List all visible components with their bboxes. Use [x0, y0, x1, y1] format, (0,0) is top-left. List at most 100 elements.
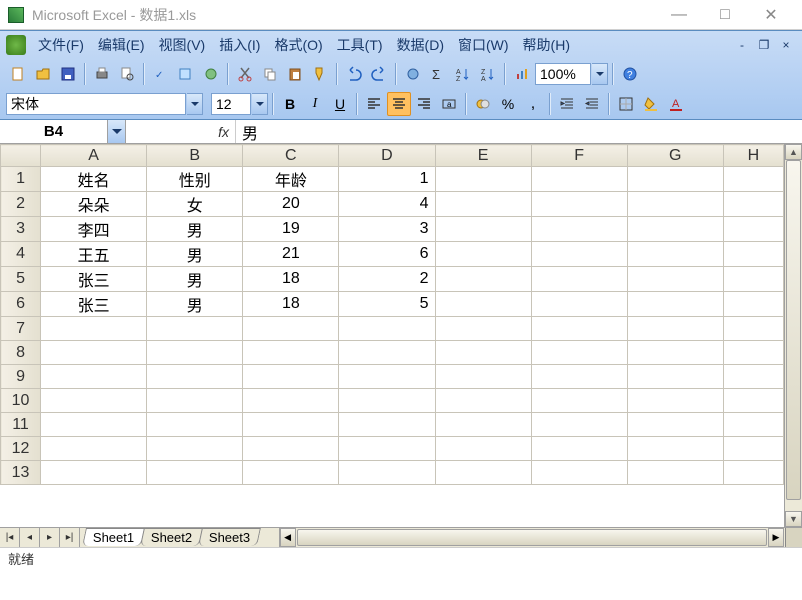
- cell[interactable]: [531, 437, 627, 461]
- cell[interactable]: [627, 389, 723, 413]
- cell[interactable]: [627, 167, 723, 192]
- cell[interactable]: [339, 317, 435, 341]
- menu-format[interactable]: 格式(O): [268, 32, 328, 58]
- formula-input[interactable]: 男: [236, 120, 802, 143]
- bold-button[interactable]: B: [278, 92, 302, 116]
- cell[interactable]: 张三: [41, 292, 147, 317]
- row-header[interactable]: 2: [1, 192, 41, 217]
- column-header[interactable]: C: [243, 145, 339, 167]
- cell[interactable]: 19: [243, 217, 339, 242]
- cell[interactable]: [531, 217, 627, 242]
- row-header[interactable]: 5: [1, 267, 41, 292]
- help-button[interactable]: ?: [618, 62, 642, 86]
- comma-button[interactable]: ,: [521, 92, 545, 116]
- percent-button[interactable]: %: [496, 92, 520, 116]
- fx-label[interactable]: fx: [126, 120, 236, 143]
- translate-button[interactable]: [199, 62, 223, 86]
- cell[interactable]: [339, 389, 435, 413]
- merge-center-button[interactable]: a: [437, 92, 461, 116]
- cell[interactable]: [723, 242, 783, 267]
- cell[interactable]: [41, 389, 147, 413]
- cell[interactable]: [435, 341, 531, 365]
- workbook-minimize-button[interactable]: -: [734, 37, 750, 53]
- zoom-select[interactable]: 100%: [535, 63, 591, 85]
- row-header[interactable]: 7: [1, 317, 41, 341]
- cell[interactable]: [723, 317, 783, 341]
- tab-nav-first[interactable]: |◂: [0, 528, 20, 547]
- cell[interactable]: [627, 242, 723, 267]
- cell[interactable]: [339, 461, 435, 485]
- paste-button[interactable]: [283, 62, 307, 86]
- cell[interactable]: [339, 341, 435, 365]
- cell[interactable]: [627, 341, 723, 365]
- name-box[interactable]: B4: [0, 120, 108, 143]
- cell[interactable]: 21: [243, 242, 339, 267]
- cell[interactable]: 男: [147, 217, 243, 242]
- cell[interactable]: [435, 167, 531, 192]
- row-header[interactable]: 4: [1, 242, 41, 267]
- italic-button[interactable]: I: [303, 92, 327, 116]
- align-left-button[interactable]: [362, 92, 386, 116]
- font-name-select[interactable]: 宋体: [6, 93, 186, 115]
- cell[interactable]: [41, 413, 147, 437]
- cell[interactable]: 朵朵: [41, 192, 147, 217]
- cell[interactable]: [627, 365, 723, 389]
- cell[interactable]: [531, 461, 627, 485]
- decrease-indent-button[interactable]: [580, 92, 604, 116]
- cell[interactable]: [627, 317, 723, 341]
- tab-nav-next[interactable]: ▸: [40, 528, 60, 547]
- menu-insert[interactable]: 插入(I): [213, 32, 266, 58]
- row-header[interactable]: 13: [1, 461, 41, 485]
- cell[interactable]: [531, 365, 627, 389]
- cell[interactable]: [435, 365, 531, 389]
- increase-indent-button[interactable]: [555, 92, 579, 116]
- menu-data[interactable]: 数据(D): [391, 32, 450, 58]
- cell[interactable]: 男: [147, 292, 243, 317]
- menu-help[interactable]: 帮助(H): [517, 32, 576, 58]
- chart-wizard-button[interactable]: [510, 62, 534, 86]
- cell[interactable]: [627, 413, 723, 437]
- cell[interactable]: 20: [243, 192, 339, 217]
- cell[interactable]: [627, 192, 723, 217]
- cell[interactable]: [243, 413, 339, 437]
- cell[interactable]: [435, 389, 531, 413]
- column-header[interactable]: G: [627, 145, 723, 167]
- column-header[interactable]: E: [435, 145, 531, 167]
- column-header[interactable]: H: [723, 145, 783, 167]
- cell[interactable]: [243, 437, 339, 461]
- menu-file[interactable]: 文件(F): [32, 32, 90, 58]
- row-header[interactable]: 8: [1, 341, 41, 365]
- cell[interactable]: [435, 267, 531, 292]
- cell[interactable]: [243, 317, 339, 341]
- cell[interactable]: 姓名: [41, 167, 147, 192]
- cell[interactable]: [531, 413, 627, 437]
- cell[interactable]: [723, 461, 783, 485]
- cell[interactable]: [627, 217, 723, 242]
- minimize-button[interactable]: —: [656, 0, 702, 30]
- menu-window[interactable]: 窗口(W): [452, 32, 515, 58]
- print-preview-button[interactable]: [115, 62, 139, 86]
- scroll-left-arrow[interactable]: ◀: [280, 528, 296, 547]
- align-center-button[interactable]: [387, 92, 411, 116]
- zoom-dropdown[interactable]: [592, 63, 608, 85]
- cell[interactable]: [723, 389, 783, 413]
- tab-nav-last[interactable]: ▸|: [60, 528, 80, 547]
- cell[interactable]: [627, 461, 723, 485]
- cell[interactable]: 18: [243, 292, 339, 317]
- cell[interactable]: [723, 167, 783, 192]
- cell[interactable]: 1: [339, 167, 435, 192]
- row-header[interactable]: 1: [1, 167, 41, 192]
- cell[interactable]: [147, 365, 243, 389]
- cell[interactable]: [147, 317, 243, 341]
- cell[interactable]: [243, 341, 339, 365]
- cell[interactable]: [41, 317, 147, 341]
- borders-button[interactable]: [614, 92, 638, 116]
- cell[interactable]: [531, 292, 627, 317]
- workbook-close-button[interactable]: ×: [778, 37, 794, 53]
- cell[interactable]: 性别: [147, 167, 243, 192]
- cell[interactable]: [531, 341, 627, 365]
- cell[interactable]: 年龄: [243, 167, 339, 192]
- redo-button[interactable]: [367, 62, 391, 86]
- row-header[interactable]: 6: [1, 292, 41, 317]
- workbook-restore-button[interactable]: ❐: [756, 37, 772, 53]
